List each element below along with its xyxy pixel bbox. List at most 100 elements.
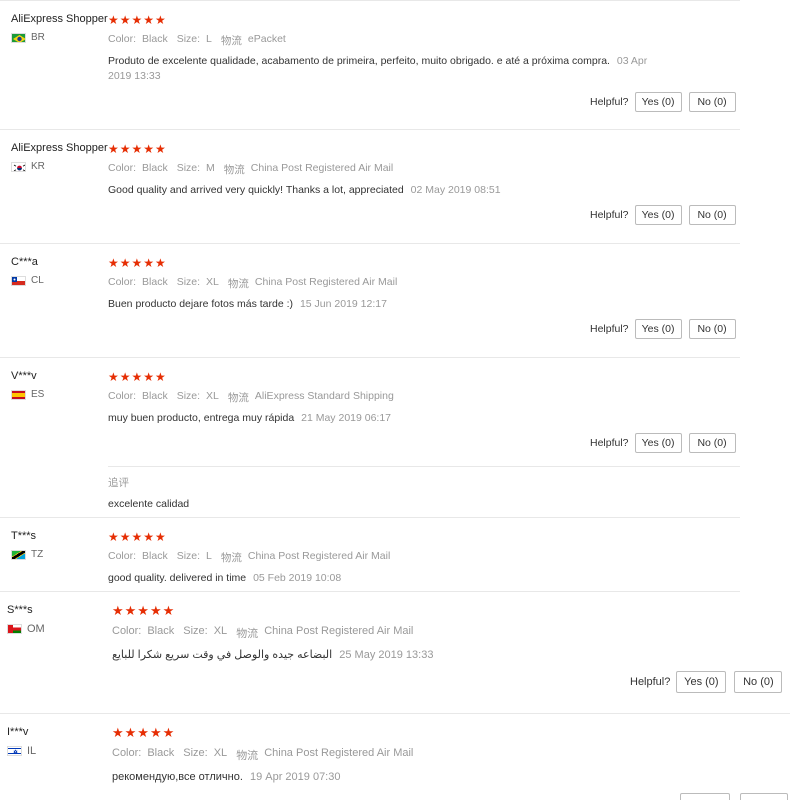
helpful-yes-button[interactable] — [680, 793, 730, 800]
helpful-yes-button[interactable]: Yes (0) — [634, 319, 682, 339]
review-item: T***s TZ ★★★★★ Color: Black Size: L 物流 Chin… — [0, 518, 740, 592]
reviewer-name: AliExpress Shopper — [11, 13, 108, 25]
color-value: Black — [142, 162, 168, 174]
review-meta: Color: Black Size: XL 物流 AliExpress Standar… — [108, 390, 730, 405]
shipping-label: 物流 — [236, 628, 259, 640]
review-item: S***s OM ★★★★★ Color: Black Size: XL 物流 Chi… — [0, 592, 790, 714]
helpful-no-button[interactable]: No (0) — [688, 319, 736, 339]
country-code: BR — [31, 32, 45, 43]
review-date: 05 Feb 2019 10:08 — [253, 572, 342, 584]
review-item: C***a CL ★★★★★ Color: Black Size: XL 物流 Chi… — [0, 244, 740, 358]
reviewer-name: S***s — [7, 604, 33, 616]
shipping-value: ePacket — [247, 33, 286, 45]
helpful-yes-button[interactable]: Yes (0) — [676, 671, 727, 693]
color-value: Black — [142, 276, 168, 288]
review-text: Good quality and arrived very quickly! T… — [108, 183, 730, 198]
append-review-label: 追评 — [108, 477, 129, 489]
helpful-box: Helpful? Yes (0) No (0) — [630, 671, 783, 693]
helpful-no-button[interactable] — [740, 793, 788, 800]
size-label: Size: — [183, 747, 208, 759]
review-meta: Color: Black Size: L 物流 China Post Register… — [108, 550, 730, 565]
star-rating: ★★★★★ — [112, 725, 176, 740]
reviewer-info: AliExpress Shopper KR — [11, 142, 108, 172]
size-value: XL — [213, 625, 228, 637]
helpful-no-button[interactable]: No (0) — [734, 671, 783, 693]
review-content: Good quality and arrived very quickly! T… — [108, 184, 404, 196]
flag-cl-icon — [11, 275, 26, 286]
review-text: good quality. delivered in time 05 Feb 2… — [108, 571, 730, 586]
helpful-label: Helpful? — [590, 96, 629, 108]
append-review: 追评 excelente calidad — [108, 466, 740, 512]
reviewer-info: I***v IL — [7, 726, 102, 757]
review-date: 19 Apr 2019 07:30 — [249, 771, 341, 783]
flag-tz-icon — [11, 549, 26, 560]
color-value: Black — [142, 33, 168, 45]
helpful-yes-button[interactable]: Yes (0) — [634, 433, 682, 453]
review-date: 25 May 2019 13:33 — [339, 649, 434, 661]
star-rating: ★★★★★ — [108, 370, 167, 384]
reviewer-country: KR — [11, 161, 106, 172]
size-label: Size: — [176, 390, 201, 402]
color-label: Color: — [108, 276, 137, 288]
shipping-value: China Post Registered Air Mail — [254, 276, 398, 288]
review-text: muy buen producto, entrega muy rápida 21… — [108, 411, 730, 426]
reviewer-country: IL — [7, 745, 102, 757]
shipping-value: China Post Registered Air Mail — [264, 625, 414, 637]
star-rating: ★★★★★ — [108, 530, 167, 544]
review-body: ★★★★★ Color: Black Size: XL 物流 China Post R… — [108, 256, 730, 312]
reviewer-info: T***s TZ — [11, 530, 106, 560]
color-value: Black — [147, 625, 175, 637]
helpful-no-button[interactable]: No (0) — [688, 92, 736, 112]
review-meta: Color: Black Size: XL 物流 China Post Registe… — [108, 276, 730, 291]
review-content: рекомендую,все отлично. — [112, 771, 243, 783]
review-date: 15 Jun 2019 12:17 — [299, 298, 387, 310]
review-meta: Color: Black Size: M 物流 China Post Register… — [108, 162, 730, 177]
review-meta: Color: Black Size: XL 物流 China Post Registe… — [112, 747, 780, 763]
review-item: V***v ES ★★★★★ Color: Black Size: XL 物流 Ali… — [0, 358, 740, 518]
star-rating: ★★★★★ — [108, 13, 167, 27]
color-value: Black — [147, 747, 175, 759]
color-value: Black — [142, 390, 168, 402]
review-date: 21 May 2019 06:17 — [301, 412, 392, 424]
reviewer-name: I***v — [7, 726, 29, 738]
reviewer-country: TZ — [11, 549, 106, 560]
size-label: Size: — [176, 162, 201, 174]
helpful-box: Helpful? Yes (0) No (0) — [590, 92, 736, 112]
review-text: البضاعه جيده والوصل في وقت سريع شكرا للب… — [112, 648, 780, 663]
color-label: Color: — [108, 390, 137, 402]
color-label: Color: — [112, 747, 142, 759]
reviewer-info: AliExpress Shopper BR — [11, 13, 108, 43]
size-value: XL — [206, 390, 219, 402]
review-item: AliExpress Shopper KR ★★★★★ Color: Black … — [0, 130, 740, 244]
helpful-label: Helpful? — [590, 209, 629, 221]
helpful-yes-button[interactable]: Yes (0) — [634, 92, 682, 112]
review-meta: Color: Black Size: L 物流 ePacket — [108, 33, 730, 48]
shipping-label: 物流 — [220, 35, 242, 47]
reviewer-name: AliExpress Shopper — [11, 142, 108, 154]
size-value: XL — [206, 276, 219, 288]
helpful-yes-button[interactable]: Yes (0) — [634, 205, 682, 225]
review-item: I***v IL ★★★★★ Color: Black Size: XL 物流 Chi… — [0, 714, 790, 800]
helpful-label: Helpful? — [590, 323, 629, 335]
size-value: L — [206, 33, 212, 45]
shipping-label: 物流 — [227, 392, 249, 404]
color-label: Color: — [108, 162, 137, 174]
size-value: M — [206, 162, 215, 174]
reviewer-name: V***v — [11, 370, 37, 382]
size-label: Size: — [183, 625, 208, 637]
reviewer-name: T***s — [11, 530, 37, 542]
country-code: IL — [27, 745, 37, 757]
country-code: KR — [31, 161, 45, 172]
helpful-box: Helpful? Yes (0) No (0) — [590, 205, 736, 225]
review-body: ★★★★★ Color: Black Size: XL 物流 AliExpress S… — [108, 370, 730, 426]
review-item: AliExpress Shopper BR ★★★★★ Color: Black … — [0, 0, 740, 130]
country-code: ES — [31, 389, 45, 400]
shipping-value: AliExpress Standard Shipping — [254, 390, 394, 402]
helpful-box-partial — [680, 793, 788, 800]
color-label: Color: — [108, 550, 137, 562]
color-value: Black — [142, 550, 168, 562]
review-body: ★★★★★ Color: Black Size: L 物流 China Post Re… — [108, 530, 730, 586]
color-label: Color: — [112, 625, 142, 637]
helpful-no-button[interactable]: No (0) — [688, 433, 736, 453]
helpful-no-button[interactable]: No (0) — [688, 205, 736, 225]
